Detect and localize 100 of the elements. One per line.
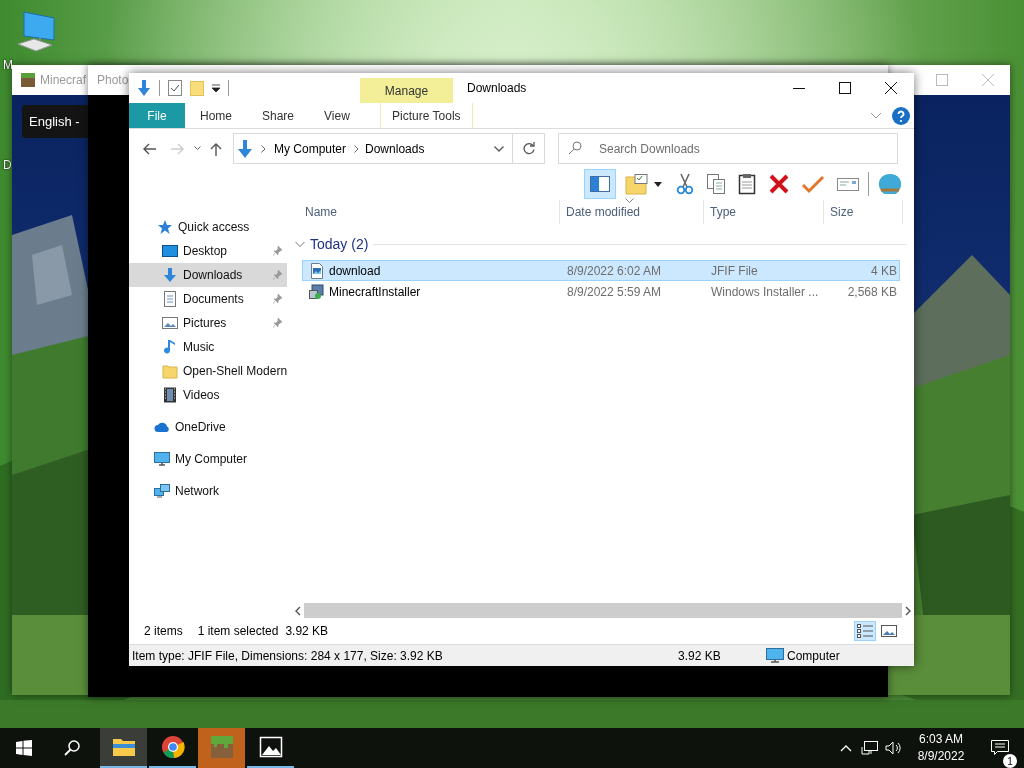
desktop-icon-label: M [3, 58, 13, 72]
nav-item[interactable]: Music [129, 335, 287, 359]
chrome-icon [160, 735, 185, 759]
nav-item[interactable]: OneDrive [129, 415, 287, 439]
document-icon [162, 291, 178, 307]
details-size: 3.92 KB [678, 648, 721, 663]
file-size: 2,568 KB [846, 284, 897, 299]
selection-count: 1 item selected [197, 623, 279, 638]
pin-icon[interactable] [273, 246, 282, 256]
ribbon-tab[interactable]: Home [185, 103, 247, 128]
nav-item[interactable]: Quick access [129, 215, 287, 239]
close-icon[interactable] [885, 82, 897, 94]
dropdown-caret-icon[interactable] [212, 84, 220, 92]
window-title: Downloads [467, 81, 527, 95]
preview-pane-button[interactable] [584, 169, 616, 199]
scrollbar-thumb[interactable] [304, 603, 902, 618]
details-view-button[interactable] [854, 620, 876, 641]
star-icon [157, 219, 173, 235]
column-header[interactable]: Size [824, 200, 903, 224]
recent-locations-icon[interactable] [193, 146, 201, 151]
up-arrow-icon[interactable] [210, 141, 222, 156]
nav-item[interactable]: My Computer [129, 447, 287, 471]
notification-badge: 1 [1003, 754, 1017, 768]
image-file-icon [309, 262, 325, 279]
selection-size: 3.92 KB [285, 623, 329, 638]
picture-icon [162, 315, 178, 331]
language-dropdown[interactable]: English - [22, 105, 88, 138]
window-title: Minecraf [40, 73, 86, 87]
properties-icon [624, 173, 664, 195]
delete-icon [768, 173, 790, 195]
date-modified: 8/9/2022 5:59 AM [566, 284, 663, 299]
file-name: MinecraftInstaller [329, 284, 421, 299]
nav-item[interactable]: Open-Shell Modern [129, 359, 287, 383]
address-dropdown-icon[interactable] [494, 145, 504, 152]
desktop-icon-label: D [3, 158, 12, 172]
download-arrow-icon [237, 139, 253, 158]
ribbon-tab[interactable]: Share [247, 103, 310, 128]
details-text: Item type: JFIF File, Dimensions: 284 x 177, Size: 3.92 KB [132, 648, 443, 663]
maximize-icon[interactable] [839, 82, 851, 94]
computer-icon [766, 647, 784, 664]
chevron-down-icon[interactable] [870, 111, 882, 120]
breadcrumb-chevron-icon[interactable] [354, 144, 360, 153]
column-header[interactable]: Date modified [560, 200, 704, 224]
details-view-icon [857, 623, 873, 638]
nav-item[interactable]: Desktop [129, 239, 287, 263]
mountain-picture-icon [258, 735, 283, 759]
network-icon [154, 483, 170, 499]
scroll-right-icon[interactable] [904, 605, 912, 616]
pin-icon[interactable] [273, 318, 282, 328]
pin-icon[interactable] [273, 294, 282, 304]
details-location: Computer [787, 648, 840, 663]
back-arrow-icon[interactable] [142, 142, 156, 155]
clock-time[interactable]: 6:03 AM [919, 731, 963, 748]
nav-item[interactable]: Downloads [129, 263, 287, 287]
sort-caret-icon [625, 198, 634, 203]
search-icon [568, 141, 582, 155]
large-icons-view-icon [881, 623, 897, 638]
nav-item[interactable]: Pictures [129, 311, 287, 335]
copy-icon [706, 173, 726, 195]
chevron-up-icon[interactable] [840, 744, 852, 752]
refresh-button[interactable] [513, 133, 545, 164]
breadcrumb[interactable]: Downloads [365, 141, 425, 156]
nav-item[interactable]: Videos [129, 383, 287, 407]
music-note-icon [162, 339, 178, 355]
file-row[interactable]: MinecraftInstaller 8/9/2022 5:59 AM Windows Installer ... 2,568 KB [302, 281, 900, 302]
folder-icon [162, 363, 178, 379]
download-arrow-icon [162, 267, 178, 283]
film-strip-icon [162, 387, 178, 403]
breadcrumb-chevron-icon[interactable] [261, 144, 266, 153]
nav-item[interactable]: Documents [129, 287, 287, 311]
windows-logo-icon [16, 740, 32, 756]
contextual-tab-header: Manage [360, 78, 453, 103]
item-count: 2 items [144, 623, 183, 638]
column-header[interactable]: Name [290, 200, 560, 224]
scissors-icon [675, 173, 695, 195]
taskbar-app-button[interactable] [100, 728, 147, 768]
column-header[interactable]: Type [704, 200, 824, 224]
network-icon[interactable] [861, 740, 879, 756]
group-header[interactable]: Today (2) [310, 236, 369, 252]
download-arrow-icon[interactable] [137, 80, 151, 96]
breadcrumb[interactable]: My Computer [274, 141, 347, 156]
window-title: Photo [97, 73, 129, 87]
properties-icon[interactable] [168, 80, 182, 96]
clipboard-icon [737, 173, 757, 195]
nav-item[interactable]: Network [129, 479, 287, 503]
address-bar[interactable]: My Computer Downloads [233, 133, 513, 164]
shell-globe-icon [877, 172, 903, 196]
scroll-left-icon[interactable] [294, 605, 302, 616]
file-row[interactable]: download 8/9/2022 6:02 AM JFIF File 4 KB [302, 260, 900, 281]
notification-icon[interactable] [991, 740, 1009, 756]
help-icon[interactable] [892, 106, 910, 125]
ribbon-tab[interactable]: View [309, 103, 365, 128]
grass-block-icon [20, 72, 36, 88]
search-field[interactable]: Search Downloads [558, 133, 898, 164]
volume-icon[interactable] [885, 741, 903, 755]
search-icon [64, 740, 80, 756]
computer-icon [154, 451, 170, 467]
preview-pane-icon [589, 174, 611, 194]
clock-date[interactable]: 8/9/2022 [917, 748, 965, 765]
ribbon-tab[interactable]: Picture Tools [379, 103, 473, 128]
